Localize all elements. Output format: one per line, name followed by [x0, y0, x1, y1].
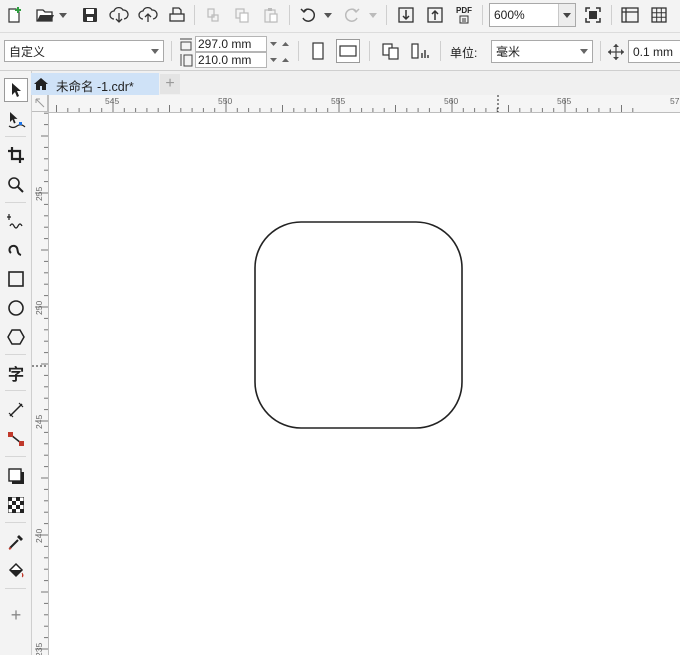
add-document-tab-button[interactable]: +: [160, 74, 180, 94]
pdf-icon: [459, 15, 469, 24]
nudge-distance-icon: [607, 43, 625, 61]
nudge-distance-value: 0.1 mm: [633, 44, 674, 59]
page-width-input[interactable]: 297.0 mm: [195, 36, 267, 52]
width-spin-down-icon[interactable]: [268, 37, 278, 51]
horizontal-ruler[interactable]: 545 550 555 560 565 57: [48, 95, 680, 113]
ruler-tick-label: 550: [218, 96, 232, 106]
ruler-tick-label: 565: [557, 96, 571, 106]
import-icon[interactable]: [394, 3, 418, 27]
full-screen-icon[interactable]: [581, 3, 605, 27]
export-icon[interactable]: [423, 3, 447, 27]
drop-shadow-tool-icon[interactable]: [4, 464, 28, 488]
copy-icon[interactable]: [230, 3, 254, 27]
page-height-icon: [178, 53, 194, 67]
artistic-media-tool-icon[interactable]: [4, 238, 28, 262]
page-width-icon: [178, 37, 194, 51]
pick-tool-icon[interactable]: [4, 78, 28, 102]
cloud-download-icon[interactable]: [107, 3, 131, 27]
freehand-tool-icon[interactable]: [4, 209, 28, 233]
zoom-level-combo[interactable]: 600%: [489, 3, 576, 27]
ruler-tick-label: 545: [105, 96, 119, 106]
page-size-preset-select[interactable]: 自定义: [4, 40, 164, 62]
text-tool[interactable]: 字: [4, 361, 28, 385]
redo-icon[interactable]: [340, 3, 364, 27]
page-width-value: 297.0 mm: [198, 37, 252, 51]
home-icon: [34, 78, 48, 90]
pdf-label: PDF: [456, 6, 472, 15]
undo-dropdown-icon[interactable]: [323, 3, 333, 27]
drawing-canvas[interactable]: [49, 113, 680, 655]
polygon-tool-icon[interactable]: [4, 325, 28, 349]
standard-toolbar: PDF 600%: [0, 0, 680, 33]
text-tool-glyph: 字: [7, 367, 24, 384]
ruler-tick-label: 560: [444, 96, 458, 106]
save-icon[interactable]: [78, 3, 102, 27]
document-tab[interactable]: 未命名 -1.cdr*: [51, 73, 159, 95]
current-page-icon[interactable]: [408, 39, 432, 63]
add-tool-label: +: [10, 604, 22, 625]
add-tool-button[interactable]: +: [4, 603, 28, 627]
width-spin-up-icon[interactable]: [280, 37, 290, 51]
publish-pdf-button[interactable]: PDF: [452, 3, 476, 27]
open-dropdown-icon[interactable]: [58, 3, 68, 27]
paste-icon[interactable]: [259, 3, 283, 27]
undo-icon[interactable]: [296, 3, 320, 27]
ruler-tick-label: 245: [34, 415, 44, 429]
vertical-ruler[interactable]: 255 250 245 240 235: [32, 95, 49, 655]
ruler-tick-label: 240: [34, 529, 44, 543]
units-select[interactable]: 毫米: [491, 40, 593, 63]
crop-tool-icon[interactable]: [4, 143, 28, 167]
height-spin-down-icon[interactable]: [268, 53, 278, 67]
connector-tool-icon[interactable]: [4, 427, 28, 451]
units-dropdown-icon[interactable]: [576, 41, 592, 62]
all-pages-icon[interactable]: [379, 39, 403, 63]
nudge-distance-input[interactable]: 0.1 mm: [628, 40, 680, 63]
print-icon[interactable]: [165, 3, 189, 27]
ruler-tick-label: 57: [670, 96, 680, 106]
show-rulers-icon[interactable]: [618, 3, 642, 27]
new-document-icon[interactable]: [3, 3, 27, 27]
page-size-dropdown-icon[interactable]: [147, 41, 163, 61]
open-folder-icon[interactable]: [33, 3, 57, 27]
portrait-orientation-icon[interactable]: [306, 39, 330, 63]
ruler-origin-icon: [35, 98, 45, 108]
shape-tool-icon[interactable]: [4, 108, 28, 132]
landscape-orientation-icon[interactable]: [336, 39, 360, 63]
interactive-fill-tool-icon[interactable]: [4, 559, 28, 583]
toolbox: 字 +: [0, 71, 32, 655]
units-label: 单位:: [450, 46, 478, 60]
property-bar: 自定义 297.0 mm 210.0 mm 单位: 毫米 0.1 mm: [0, 33, 680, 71]
page-height-input[interactable]: 210.0 mm: [195, 52, 267, 68]
cut-icon[interactable]: [201, 3, 225, 27]
units-value: 毫米: [496, 45, 521, 59]
ellipse-tool-icon[interactable]: [4, 296, 28, 320]
transparency-tool-icon[interactable]: [4, 493, 28, 517]
dimension-tool-icon[interactable]: [4, 398, 28, 422]
zoom-dropdown-icon[interactable]: [558, 4, 575, 26]
ruler-tick-label: 555: [331, 96, 345, 106]
ruler-tick-label: 255: [34, 187, 44, 201]
show-grid-icon[interactable]: [647, 3, 671, 27]
page-size-preset-value: 自定义: [9, 44, 46, 59]
rounded-rectangle-shape[interactable]: [254, 221, 463, 429]
home-tab[interactable]: [31, 73, 51, 95]
zoom-tool-icon[interactable]: [4, 173, 28, 197]
cloud-upload-icon[interactable]: [136, 3, 160, 27]
ruler-tick-label: 235: [34, 643, 44, 655]
zoom-value: 600%: [494, 8, 525, 22]
ruler-tick-label: 250: [34, 301, 44, 315]
height-spin-up-icon[interactable]: [280, 53, 290, 67]
rectangle-tool-icon[interactable]: [4, 267, 28, 291]
document-tab-title: 未命名 -1.cdr*: [56, 80, 134, 94]
add-document-tab-label: +: [165, 75, 175, 92]
redo-dropdown-icon[interactable]: [368, 3, 378, 27]
eyedropper-tool-icon[interactable]: [4, 530, 28, 554]
page-height-value: 210.0 mm: [198, 53, 252, 67]
ruler-origin-corner[interactable]: [32, 95, 48, 112]
